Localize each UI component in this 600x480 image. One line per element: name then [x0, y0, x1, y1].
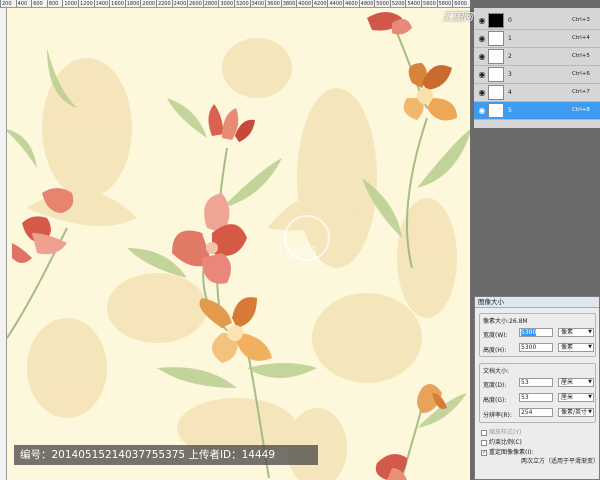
width-label: 宽度(W): — [483, 332, 508, 339]
width-unit-select[interactable]: 像素 ▼ — [558, 328, 594, 337]
ruler-tick: 200 — [0, 0, 16, 7]
layer-name: 1 — [508, 35, 512, 42]
doc-height-unit-select[interactable]: 厘米 ▼ — [558, 393, 594, 402]
layer-row[interactable]: ◉ 1 Ctrl+4 — [474, 30, 600, 48]
ruler-tick: 4200 — [311, 0, 327, 7]
ruler-tick: 400 — [15, 0, 32, 7]
doc-width-input[interactable]: 53 — [519, 378, 553, 387]
checkbox-icon — [481, 429, 487, 436]
doc-height-label: 高度(G): — [483, 397, 507, 404]
check-icon: ✓ — [481, 449, 487, 456]
ruler-tick: 2600 — [187, 0, 202, 7]
pixel-size-label: 像素大小:26.8M — [483, 318, 528, 325]
chevron-down-icon: ▼ — [588, 394, 592, 400]
ruler-tick: 3000 — [218, 0, 234, 7]
ruler-tick: 4800 — [358, 0, 374, 7]
height-unit-select[interactable]: 像素 ▼ — [558, 343, 594, 352]
layer-name: 5 — [508, 107, 512, 114]
floral-artwork: 汇图网 — [7, 12, 470, 480]
layer-shortcut: Ctrl+8 — [572, 107, 590, 113]
svg-text:汇图网: 汇图网 — [275, 246, 317, 262]
image-caption: 编号：20140515214037755375 上传者ID：14449 — [14, 445, 318, 465]
ruler-tick: 6000 — [452, 0, 467, 7]
resolution-unit-select[interactable]: 像素/英寸 ▼ — [558, 408, 594, 417]
ruler-tick: 2800 — [202, 0, 218, 7]
ruler-tick: 4600 — [343, 0, 358, 7]
ruler-tick: 2000 — [140, 0, 156, 7]
layer-thumbnail — [488, 49, 504, 64]
ruler-tick: 600 — [31, 0, 47, 7]
ruler-tick: 5000 — [374, 0, 389, 7]
resolution-input[interactable]: 254 — [519, 408, 553, 417]
doc-width-label: 宽度(D): — [483, 382, 507, 389]
ruler-tick: 5600 — [421, 0, 436, 7]
width-input[interactable]: 5300 — [519, 328, 553, 337]
ruler-tick: 3800 — [280, 0, 296, 7]
ruler-tick: 1800 — [124, 0, 140, 7]
document-size-label: 文档大小: — [483, 368, 510, 375]
height-input[interactable]: 5300 — [519, 343, 553, 352]
layer-row[interactable]: ◉ 3 Ctrl+6 — [474, 66, 600, 84]
layer-shortcut: Ctrl+7 — [572, 89, 590, 95]
resample-image-checkbox[interactable]: ✓ 重定图像像素(I): — [481, 447, 533, 456]
channels-panel: ◉ 0 Ctrl+3 ◉ 1 Ctrl+4 ◉ 2 Ctrl+5 ◉ 3 Ctrl+6 ◉ 4 Ctrl+7… — [474, 8, 600, 128]
ruler-tick: 4400 — [327, 0, 343, 7]
ruler-tick: 5200 — [389, 0, 405, 7]
layer-row[interactable]: ◉ 5 Ctrl+8 — [474, 102, 600, 120]
eye-icon[interactable]: ◉ — [477, 52, 487, 62]
ruler-tick: 3200 — [233, 0, 249, 7]
eye-icon[interactable]: ◉ — [477, 16, 487, 26]
vertical-ruler — [0, 8, 7, 480]
resample-method-select[interactable]: 两次立方（适用于平滑渐变） — [519, 458, 599, 467]
layer-name: 0 — [508, 17, 512, 24]
layer-shortcut: Ctrl+4 — [572, 35, 590, 41]
checkbox-icon — [481, 439, 487, 446]
resolution-label: 分辨率(R): — [483, 412, 512, 419]
layer-name: 3 — [508, 71, 512, 78]
doc-width-unit-select[interactable]: 厘米 ▼ — [558, 378, 594, 387]
scale-styles-checkbox[interactable]: 缩放样式(Y) — [481, 427, 521, 436]
chevron-down-icon: ▼ — [588, 379, 592, 385]
ruler-tick: 2400 — [171, 0, 187, 7]
layer-row[interactable]: ◉ 4 Ctrl+7 — [474, 84, 600, 102]
layer-shortcut: Ctrl+5 — [572, 53, 590, 59]
eye-icon[interactable]: ◉ — [477, 34, 487, 44]
chevron-down-icon: ▼ — [588, 329, 592, 335]
dialog-title: 图像大小 — [475, 297, 599, 308]
ruler-tick: 5400 — [405, 0, 421, 7]
ruler-tick: 3400 — [249, 0, 265, 7]
layer-thumbnail — [488, 31, 504, 46]
eye-icon[interactable]: ◉ — [477, 106, 487, 116]
ruler-tick: 2200 — [155, 0, 171, 7]
constrain-proportions-checkbox[interactable]: 约束比例(C) — [481, 437, 522, 446]
chevron-down-icon: ▼ — [588, 344, 592, 350]
image-size-dialog: 图像大小 像素大小:26.8M 宽度(W): 5300 像素 ▼ 高度(H): 5… — [474, 296, 600, 480]
ruler-tick: 800 — [46, 0, 63, 7]
layer-name: 2 — [508, 53, 512, 60]
ruler-tick: 3600 — [265, 0, 280, 7]
height-label: 高度(H): — [483, 347, 507, 354]
layer-thumbnail — [488, 85, 504, 100]
layer-row[interactable]: ◉ 0 Ctrl+3 — [474, 12, 600, 30]
ruler-tick: 5800 — [436, 0, 452, 7]
ruler-tick: 4000 — [296, 0, 312, 7]
document-canvas[interactable]: 汇图网 — [7, 8, 470, 480]
layer-name: 4 — [508, 89, 512, 96]
layer-shortcut: Ctrl+3 — [572, 17, 590, 23]
eye-icon[interactable]: ◉ — [477, 70, 487, 80]
layer-thumbnail — [488, 103, 504, 118]
ruler-tick: 1400 — [93, 0, 109, 7]
ruler-tick: 1200 — [77, 0, 93, 7]
horizontal-ruler: 200 400 600 800 1000 1200 1400 1600 1800 2000 2200… — [0, 0, 470, 8]
doc-height-input[interactable]: 53 — [519, 393, 553, 402]
eye-icon[interactable]: ◉ — [477, 88, 487, 98]
layer-thumbnail — [488, 67, 504, 82]
layer-thumbnail — [488, 13, 504, 28]
layer-row[interactable]: ◉ 2 Ctrl+5 — [474, 48, 600, 66]
ruler-tick: 1000 — [62, 0, 78, 7]
ruler-tick: 1600 — [109, 0, 124, 7]
panel-background — [474, 128, 600, 296]
chevron-down-icon: ▼ — [588, 409, 592, 415]
layer-shortcut: Ctrl+6 — [572, 71, 590, 77]
